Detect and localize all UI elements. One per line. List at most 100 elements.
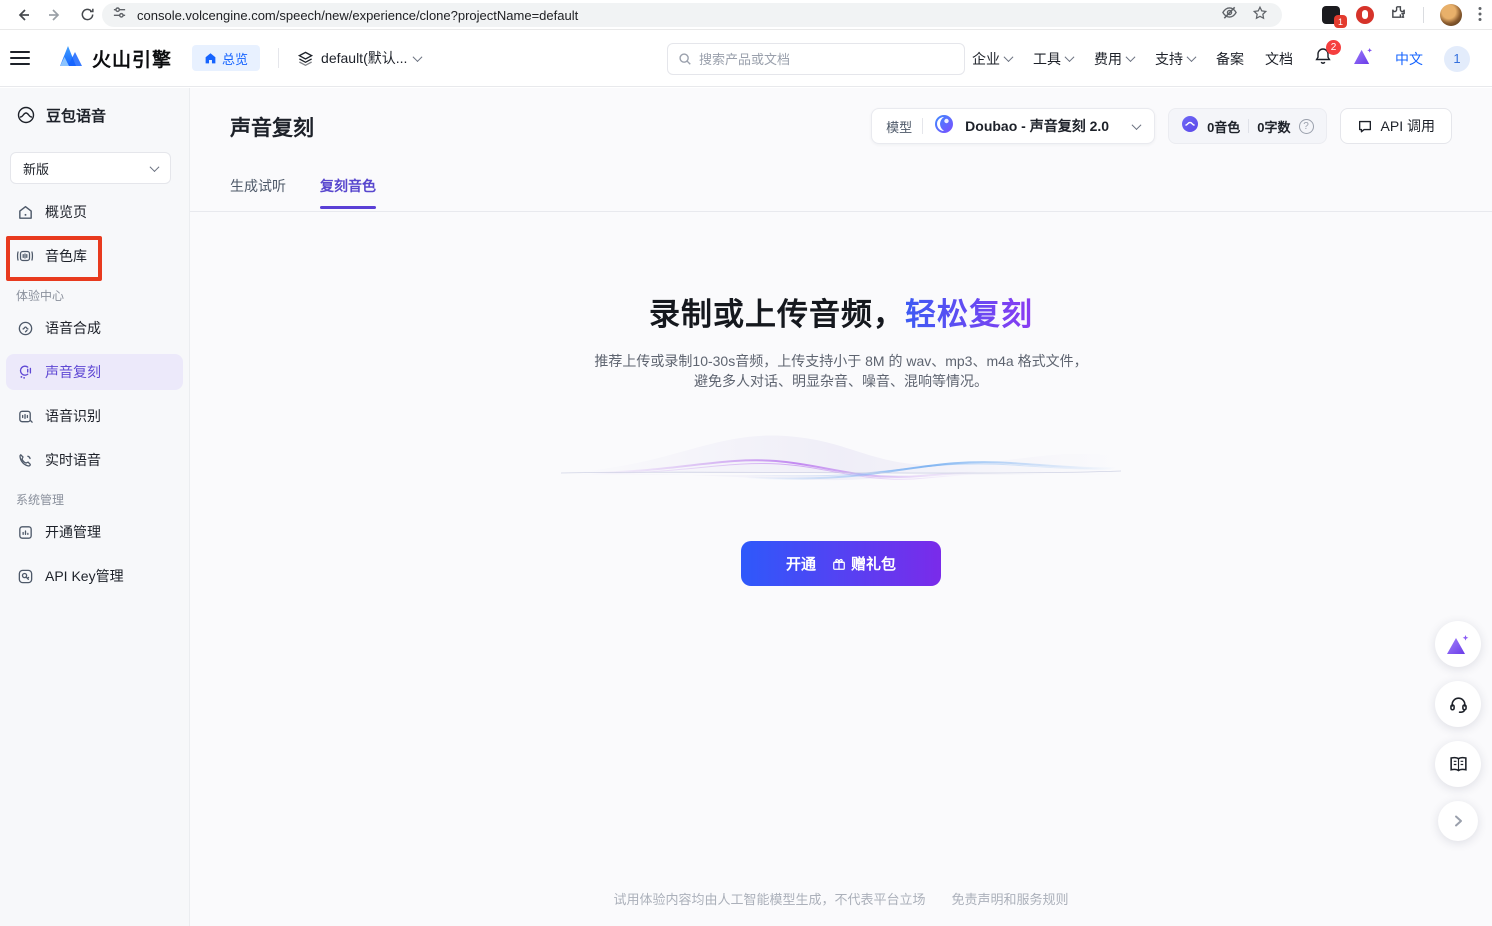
api-call-button[interactable]: API 调用: [1340, 108, 1452, 144]
extensions-puzzle-icon[interactable]: [1390, 4, 1407, 26]
doubao-voice-icon: [16, 105, 36, 125]
voices-count: 0音色: [1207, 117, 1240, 136]
sidebar-section-system: 系统管理: [6, 484, 183, 514]
model-value: Doubao - 声音复刻 2.0: [965, 116, 1109, 136]
hamburger-menu-icon[interactable]: [10, 51, 30, 65]
sidebar-item-label: 实时语音: [45, 450, 101, 470]
browser-menu-icon[interactable]: [1478, 6, 1482, 25]
extension-icon-dark[interactable]: 1: [1322, 6, 1340, 24]
footer-disclaimer-link[interactable]: 免责声明和服务规则: [952, 892, 1069, 907]
bookmark-star-icon[interactable]: [1252, 5, 1268, 26]
extension-icon-red[interactable]: [1356, 6, 1374, 24]
sidebar-item-activation[interactable]: 开通管理: [6, 514, 183, 550]
search-input[interactable]: [699, 52, 954, 67]
hero-title: 录制或上传音频，轻松复刻: [190, 289, 1492, 334]
help-icon[interactable]: ?: [1299, 119, 1314, 134]
divider: [1248, 119, 1249, 133]
overview-label: 总览: [222, 49, 248, 68]
version-value: 新版: [23, 159, 49, 178]
main-content: 声音复刻 模型 Doubao - 声音复刻 2.0 0音色 0字数 ?: [190, 88, 1492, 926]
ai-assistant-icon[interactable]: [1353, 47, 1374, 70]
page-title: 声音复刻: [230, 112, 314, 142]
language-switch[interactable]: 中文: [1395, 49, 1423, 69]
nav-menu-tools[interactable]: 工具: [1033, 49, 1073, 69]
activate-label: 开通: [786, 553, 816, 574]
overview-button[interactable]: 总览: [192, 45, 260, 71]
sidebar-item-label: API Key管理: [45, 566, 124, 586]
notification-badge: 2: [1326, 40, 1341, 55]
quota-wave-icon: [1181, 115, 1199, 138]
hero-subtitle: 推荐上传或录制10-30s音频，上传支持小于 8M 的 wav、mp3、m4a …: [190, 351, 1492, 391]
footer-disclaimer: 试用体验内容均由人工智能模型生成，不代表平台立场: [613, 892, 925, 907]
collapse-toolbar-button[interactable]: [1438, 801, 1478, 841]
sidebar-item-label: 音色库: [45, 246, 87, 266]
browser-back-icon[interactable]: [14, 6, 32, 24]
overview-page-icon: [16, 203, 34, 221]
gift-icon: [832, 557, 846, 571]
chevron-down-icon: [413, 52, 423, 62]
activate-button[interactable]: 开通 赠礼包: [741, 541, 941, 586]
nav-menu-enterprise[interactable]: 企业: [972, 49, 1012, 69]
version-selector[interactable]: 新版: [10, 152, 171, 184]
sidebar-item-label: 开通管理: [45, 522, 101, 542]
voice-library-icon: [16, 247, 34, 265]
divider: [922, 118, 923, 134]
model-selector[interactable]: 模型 Doubao - 声音复刻 2.0: [871, 108, 1155, 144]
nav-menu-support[interactable]: 支持: [1155, 49, 1195, 69]
chevron-right-icon: [1451, 814, 1465, 828]
hide-eye-icon[interactable]: [1221, 4, 1238, 26]
sidebar-item-overview[interactable]: 概览页: [6, 194, 183, 230]
sidebar-item-voice-clone[interactable]: 声音复刻: [6, 354, 183, 390]
browser-refresh-icon[interactable]: [78, 6, 96, 24]
chevron-down-icon: [150, 162, 160, 172]
floating-toolbar: [1435, 621, 1481, 841]
sidebar-item-api-key[interactable]: API Key管理: [6, 558, 183, 594]
sidebar-section-experience: 体验中心: [6, 280, 183, 310]
sidebar-item-voice-library[interactable]: 音色库: [6, 238, 183, 274]
home-icon: [204, 52, 217, 65]
chevron-down-icon: [1004, 52, 1014, 62]
chrome-divider: [1423, 7, 1424, 23]
chevron-down-icon: [1132, 120, 1142, 130]
sidebar-item-tts[interactable]: 语音合成: [6, 310, 183, 346]
navbar-divider: [278, 48, 279, 68]
chars-count: 0字数: [1257, 117, 1290, 136]
nav-menu-docs[interactable]: 文档: [1265, 49, 1293, 69]
sidebar-item-label: 声音复刻: [45, 362, 101, 382]
nav-menu-billing[interactable]: 费用: [1094, 49, 1134, 69]
extension-badge: 1: [1334, 15, 1347, 28]
browser-forward-icon[interactable]: [46, 6, 64, 24]
tab-clone-voice[interactable]: 复刻音色: [320, 176, 376, 209]
hero-section: 录制或上传音频，轻松复刻 推荐上传或录制10-30s音频，上传支持小于 8M 的…: [190, 211, 1492, 586]
page-footer: 试用体验内容均由人工智能模型生成，不代表平台立场 免责声明和服务规则: [190, 889, 1492, 908]
realtime-voice-icon: [16, 451, 34, 469]
tab-generate-preview[interactable]: 生成试听: [230, 176, 286, 209]
sidebar-item-label: 概览页: [45, 202, 87, 222]
documentation-button[interactable]: [1435, 741, 1481, 787]
notifications-button[interactable]: 2: [1314, 47, 1332, 70]
project-selector[interactable]: default(默认...: [297, 48, 421, 68]
open-book-icon: [1448, 754, 1469, 775]
api-chat-icon: [1357, 118, 1373, 134]
sidebar-item-realtime-voice[interactable]: 实时语音: [6, 442, 183, 478]
browser-address-bar[interactable]: console.volcengine.com/speech/new/experi…: [102, 3, 1282, 27]
sidebar-product-header[interactable]: 豆包语音: [0, 88, 189, 142]
account-avatar[interactable]: 1: [1444, 46, 1470, 72]
api-key-icon: [16, 567, 34, 585]
sidebar-item-asr[interactable]: 语音识别: [6, 398, 183, 434]
waveform-graphic: [561, 423, 1121, 513]
speech-recognition-icon: [16, 407, 34, 425]
customer-service-button[interactable]: [1435, 681, 1481, 727]
browser-profile-avatar[interactable]: [1440, 4, 1462, 26]
volcengine-logo-icon: [58, 45, 84, 72]
sidebar: 豆包语音 新版 概览页 音色库 体验中心 语音合成 声音复刻: [0, 88, 190, 926]
doubao-model-icon: [933, 113, 955, 140]
search-icon: [678, 52, 692, 66]
nav-menu-filing[interactable]: 备案: [1216, 49, 1244, 69]
usage-quota-pill[interactable]: 0音色 0字数 ?: [1168, 108, 1326, 144]
url-text[interactable]: console.volcengine.com/speech/new/experi…: [137, 8, 1221, 23]
ai-assistant-float-button[interactable]: [1435, 621, 1481, 667]
site-settings-icon[interactable]: [112, 5, 127, 25]
brand-logo[interactable]: 火山引擎: [58, 45, 172, 72]
global-search[interactable]: [667, 43, 965, 75]
